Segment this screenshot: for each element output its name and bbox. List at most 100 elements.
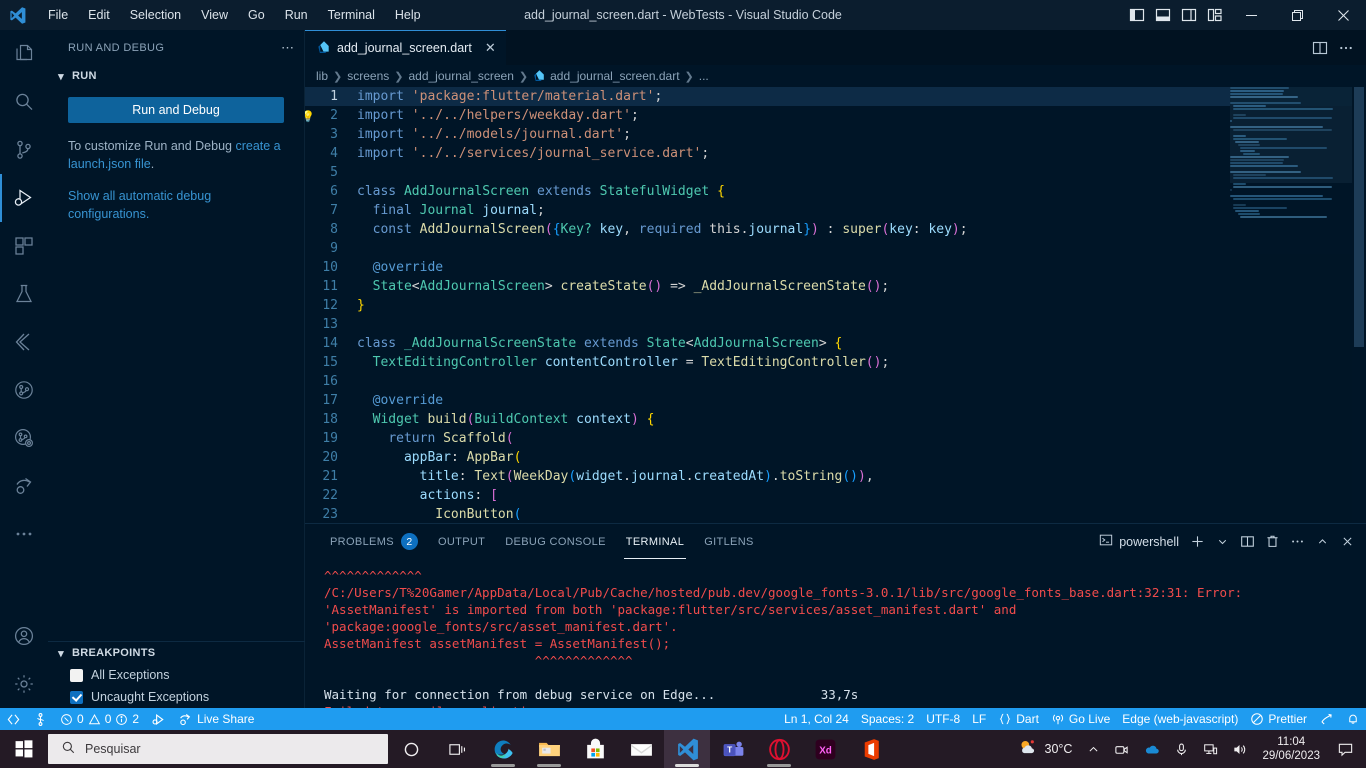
status-indentation[interactable]: Spaces: 2 (855, 708, 920, 730)
activity-manage[interactable] (0, 660, 48, 708)
status-eol[interactable]: LF (966, 708, 992, 730)
activity-live-share[interactable] (0, 462, 48, 510)
taskbar-app-microsoft-edge[interactable] (480, 730, 526, 768)
taskbar-cortana-button[interactable] (388, 730, 434, 768)
show-all-automatic-debug-configurations-link[interactable]: Show all automatic debug configurations. (68, 189, 211, 221)
activity-gitlens[interactable] (0, 366, 48, 414)
status-cursor-position[interactable]: Ln 1, Col 24 (778, 708, 855, 730)
status-flutter-daemon[interactable] (27, 708, 54, 730)
taskbar-app-microsoft-office[interactable] (848, 730, 894, 768)
activity-run-and-debug[interactable] (0, 174, 48, 222)
onedrive-icon[interactable] (1136, 730, 1167, 768)
toggle-panel-icon[interactable] (1150, 0, 1176, 30)
tab-terminal[interactable]: TERMINAL (616, 524, 694, 559)
window-maximize-button[interactable] (1274, 0, 1320, 30)
breadcrumb-item-add-journal-screen[interactable]: add_journal_screen (408, 69, 513, 83)
microphone-icon[interactable] (1167, 730, 1196, 768)
tab-output[interactable]: OUTPUT (428, 524, 495, 559)
activity-search[interactable] (0, 78, 48, 126)
taskbar-app-microsoft-teams[interactable]: T (710, 730, 756, 768)
chevron-down-icon[interactable] (1211, 530, 1233, 554)
run-section-header[interactable]: ▾ RUN (48, 65, 304, 87)
status-go-live[interactable]: Go Live (1045, 708, 1116, 730)
activity-more[interactable] (0, 510, 48, 558)
breadcrumb-item-lib[interactable]: lib (316, 69, 328, 83)
more-actions-icon[interactable] (1334, 33, 1358, 63)
taskbar-app-opera[interactable] (756, 730, 802, 768)
status-remote-window[interactable] (0, 708, 27, 730)
minimap-slider[interactable] (1230, 87, 1352, 183)
windows-start-icon[interactable] (0, 730, 48, 768)
menu-file[interactable]: File (38, 4, 78, 26)
menu-help[interactable]: Help (385, 4, 431, 26)
scrollbar-thumb[interactable] (1354, 87, 1364, 347)
kill-terminal-icon[interactable] (1261, 530, 1283, 554)
tab-add-journal-screen-dart[interactable]: add_journal_screen.dart ✕ (305, 30, 506, 65)
checkbox-all-exceptions[interactable] (70, 668, 83, 682)
editor-scrollbar[interactable] (1352, 87, 1366, 553)
lightbulb-icon[interactable]: 💡 (305, 107, 315, 126)
split-editor-icon[interactable] (1308, 33, 1332, 63)
chevron-up-icon[interactable] (1080, 730, 1107, 768)
breadcrumb-item-screens[interactable]: screens (347, 69, 389, 83)
close-panel-icon[interactable] (1336, 530, 1358, 554)
menu-go[interactable]: Go (238, 4, 275, 26)
status-encoding[interactable]: UTF-8 (920, 708, 966, 730)
breadcrumb-item-symbol[interactable]: ... (699, 69, 709, 83)
menu-view[interactable]: View (191, 4, 238, 26)
split-terminal-icon[interactable] (1236, 530, 1258, 554)
toggle-primary-sidebar-icon[interactable] (1124, 0, 1150, 30)
tab-problems[interactable]: PROBLEMS 2 (320, 524, 428, 559)
activity-extensions[interactable] (0, 222, 48, 270)
checkbox-uncaught-exceptions[interactable] (70, 690, 83, 704)
maximize-panel-icon[interactable] (1311, 530, 1333, 554)
activity-flutter[interactable] (0, 318, 48, 366)
window-close-button[interactable] (1320, 0, 1366, 30)
taskbar-task-view-button[interactable] (434, 730, 480, 768)
taskbar-weather[interactable]: 30°C (1009, 737, 1081, 761)
status-language-mode[interactable]: Dart (992, 708, 1045, 730)
more-icon[interactable] (1286, 530, 1308, 554)
close-icon[interactable]: ✕ (485, 40, 496, 56)
taskbar-app-visual-studio-code[interactable] (664, 730, 710, 768)
status-debug-attach[interactable] (145, 708, 172, 730)
activity-testing[interactable] (0, 270, 48, 318)
status-notifications[interactable] (1340, 708, 1366, 730)
breakpoints-header[interactable]: ▾ BREAKPOINTS (48, 642, 305, 664)
activity-gitlens-inspect[interactable] (0, 414, 48, 462)
status-gitlens[interactable] (1313, 708, 1340, 730)
tab-gitlens[interactable]: GITLENS (694, 524, 764, 559)
status-target-device[interactable]: Edge (web-javascript) (1116, 708, 1244, 730)
volume-icon[interactable] (1225, 730, 1254, 768)
run-and-debug-button[interactable]: Run and Debug (68, 97, 284, 123)
tab-debug-console[interactable]: DEBUG CONSOLE (495, 524, 616, 559)
window-minimize-button[interactable] (1228, 0, 1274, 30)
code-editor[interactable]: 1 import 'package:flutter/material.dart';… (305, 87, 1366, 553)
activity-explorer[interactable] (0, 30, 48, 78)
activity-accounts[interactable] (0, 612, 48, 660)
taskbar-clock[interactable]: 11:04 29/06/2023 (1254, 735, 1328, 763)
menu-selection[interactable]: Selection (120, 4, 191, 26)
new-terminal-icon[interactable] (1186, 530, 1208, 554)
breakpoint-uncaught-exceptions[interactable]: Uncaught Exceptions (48, 686, 305, 708)
breakpoint-all-exceptions[interactable]: All Exceptions (48, 664, 305, 686)
status-prettier[interactable]: Prettier (1244, 708, 1313, 730)
ellipsis-icon[interactable]: ⋯ (281, 40, 296, 56)
terminal-output[interactable]: ^^^^^^^^^^^^^ /C:/Users/T%20Gamer/AppDat… (305, 559, 1366, 709)
status-problems[interactable]: 0 0 2 (54, 708, 145, 730)
taskbar-app-file-explorer[interactable] (526, 730, 572, 768)
taskbar-app-adobe-xd[interactable]: Xd (802, 730, 848, 768)
toggle-secondary-sidebar-icon[interactable] (1176, 0, 1202, 30)
menu-edit[interactable]: Edit (78, 4, 120, 26)
customize-layout-icon[interactable] (1202, 0, 1228, 30)
action-center-icon[interactable] (1328, 730, 1362, 768)
terminal-shell-selector[interactable]: powershell (1099, 533, 1183, 550)
status-live-share[interactable]: Live Share (172, 708, 260, 730)
taskbar-app-microsoft-store[interactable] (572, 730, 618, 768)
breadcrumb-item-file[interactable]: add_journal_screen.dart (550, 69, 679, 83)
menu-run[interactable]: Run (275, 4, 318, 26)
network-icon[interactable] (1196, 730, 1225, 768)
menu-terminal[interactable]: Terminal (318, 4, 385, 26)
taskbar-app-mail[interactable] (618, 730, 664, 768)
taskbar-search-input[interactable]: Pesquisar (48, 734, 388, 764)
